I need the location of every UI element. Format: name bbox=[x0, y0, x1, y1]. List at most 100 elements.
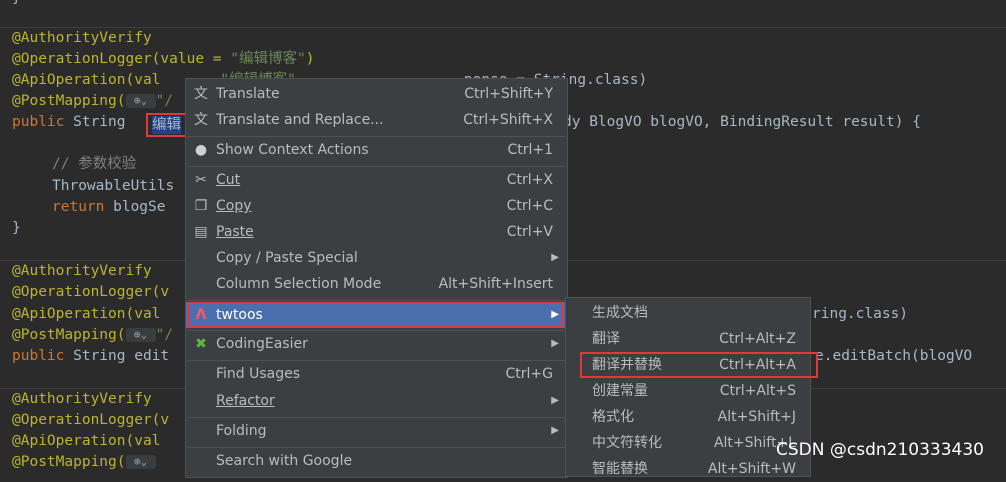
code-text: String edit bbox=[64, 348, 170, 364]
menu-item-refactor[interactable]: Refactor ▶ bbox=[186, 388, 567, 414]
menu-item-paste[interactable]: ▤ Paste Ctrl+V bbox=[186, 219, 567, 245]
code-line: @AuthorityVerify bbox=[12, 28, 152, 49]
menu-item-label: Copy / Paste Special bbox=[216, 250, 358, 266]
watermark: CSDN @csdn210333430 bbox=[776, 440, 984, 460]
menu-item-find-usages[interactable]: Find Usages Ctrl+G bbox=[186, 361, 567, 387]
submenu-item-create-constant[interactable]: 创建常量 Ctrl+Alt+S bbox=[566, 378, 810, 404]
twtoos-icon: Λ bbox=[195, 307, 207, 323]
menu-item-column-selection-mode[interactable]: Column Selection Mode Alt+Shift+Insert bbox=[186, 271, 567, 297]
annotation: @PostMapping( bbox=[12, 327, 126, 343]
code-line: public String bbox=[12, 112, 134, 133]
string-literal: "编辑博客" bbox=[230, 51, 306, 67]
menu-item-label: Folding bbox=[216, 423, 267, 439]
submenu-arrow-icon: ▶ bbox=[551, 395, 559, 406]
menu-item-label: Paste bbox=[216, 224, 254, 240]
annotation: @ApiOperation(val bbox=[12, 72, 161, 88]
copy-icon: ❐ bbox=[194, 198, 208, 214]
code-line: e.editBatch(blogVO bbox=[815, 346, 972, 367]
menu-item-twtoos[interactable]: Λ twtoos ▶ bbox=[186, 302, 567, 328]
menu-item-cut[interactable]: ✂ Cut Ctrl+X bbox=[186, 167, 567, 193]
menu-item-label: CodingEasier bbox=[216, 336, 308, 352]
submenu-item-label: 智能替换 bbox=[592, 461, 648, 477]
menu-item-translate-and-replace[interactable]: 文 Translate and Replace... Ctrl+Shift+X bbox=[186, 107, 567, 133]
submenu-item-chinese-punct-convert[interactable]: 中文符转化 Alt+Shift+L bbox=[566, 430, 810, 456]
menu-item-copy[interactable]: ❐ Copy Ctrl+C bbox=[186, 193, 567, 219]
menu-item-folding[interactable]: Folding ▶ bbox=[186, 418, 567, 444]
submenu-item-translate[interactable]: 翻译 Ctrl+Alt+Z bbox=[566, 326, 810, 352]
submenu-item-label: 翻译 bbox=[592, 331, 620, 347]
code-line: @OperationLogger(v bbox=[12, 282, 169, 303]
keyword: public bbox=[12, 348, 65, 364]
menu-item-show-context-actions[interactable]: ● Show Context Actions Ctrl+1 bbox=[186, 137, 567, 163]
menu-item-shortcut: Ctrl+X bbox=[506, 172, 553, 188]
code-line: @AuthorityVerify bbox=[12, 261, 152, 282]
submenu-item-shortcut: Alt+Shift+J bbox=[717, 409, 796, 425]
menu-item-label: Refactor bbox=[216, 393, 275, 409]
globe-icon[interactable]: ⊕⌄ bbox=[125, 94, 156, 108]
codingeasier-icon: ✖ bbox=[195, 336, 207, 352]
lightbulb-icon: ● bbox=[194, 142, 208, 158]
context-menu: 文 Translate Ctrl+Shift+Y 文 Translate and… bbox=[185, 78, 568, 478]
submenu-arrow-icon: ▶ bbox=[551, 425, 559, 436]
string-literal: "/ bbox=[155, 93, 173, 109]
menu-item-search-with-google[interactable]: Search with Google bbox=[186, 448, 567, 474]
paste-icon: ▤ bbox=[194, 224, 208, 240]
submenu-arrow-icon: ▶ bbox=[551, 252, 559, 263]
twtoos-submenu: 生成文档 翻译 Ctrl+Alt+Z 翻译并替换 Ctrl+Alt+A 创建常量… bbox=[565, 297, 811, 477]
menu-item-copy-paste-special[interactable]: Copy / Paste Special ▶ bbox=[186, 245, 567, 271]
submenu-item-smart-replace[interactable]: 智能替换 Alt+Shift+W bbox=[566, 456, 810, 482]
menu-item-shortcut: Ctrl+Shift+Y bbox=[464, 86, 553, 102]
annotation: @OperationLogger(v bbox=[12, 412, 170, 428]
code-line: // 参数校验 bbox=[52, 154, 136, 175]
keyword: public bbox=[12, 114, 65, 130]
code-line: return blogSe bbox=[52, 197, 166, 218]
comment: // 参数校验 bbox=[52, 156, 137, 172]
code-line: @AuthorityVerify bbox=[12, 389, 152, 410]
menu-item-codingeasier[interactable]: ✖ CodingEasier ▶ bbox=[186, 331, 567, 357]
annotation: @ApiOperation(val bbox=[12, 433, 161, 449]
code-line: ThrowableUtils bbox=[52, 176, 174, 197]
menu-separator bbox=[187, 300, 566, 301]
code-line: @PostMapping(⊕⌄ "/ bbox=[12, 91, 173, 112]
menu-item-label: Cut bbox=[216, 172, 241, 188]
submenu-item-label: 生成文档 bbox=[592, 305, 648, 321]
code-line: @ApiOperation(val bbox=[12, 431, 160, 452]
submenu-item-label: 中文符转化 bbox=[592, 435, 662, 451]
menu-item-shortcut: Ctrl+1 bbox=[507, 142, 553, 158]
submenu-item-translate-and-replace[interactable]: 翻译并替换 Ctrl+Alt+A bbox=[566, 352, 810, 378]
annotation: @OperationLogger(value = bbox=[12, 51, 231, 67]
annotation: @PostMapping( bbox=[12, 454, 126, 470]
submenu-arrow-icon: ▶ bbox=[551, 338, 559, 349]
code-text: String bbox=[64, 114, 135, 130]
keyword: return bbox=[52, 199, 105, 215]
code-text: e.editBatch(blogVO bbox=[815, 348, 973, 364]
submenu-item-shortcut: Ctrl+Alt+Z bbox=[719, 331, 796, 347]
code-text: ThrowableUtils bbox=[52, 178, 175, 194]
menu-item-shortcut: Alt+Shift+Insert bbox=[438, 276, 553, 292]
menu-item-shortcut: Ctrl+C bbox=[506, 198, 553, 214]
selected-word: 编辑 bbox=[152, 116, 181, 134]
scissors-icon: ✂ bbox=[195, 172, 207, 188]
submenu-arrow-icon: ▶ bbox=[551, 309, 559, 320]
translate-replace-icon: 文 bbox=[194, 112, 208, 128]
menu-item-label: Show Context Actions bbox=[216, 142, 369, 158]
submenu-item-label: 格式化 bbox=[592, 409, 634, 425]
submenu-item-format[interactable]: 格式化 Alt+Shift+J bbox=[566, 404, 810, 430]
code-text: blogSe bbox=[104, 199, 166, 215]
code-line: @PostMapping(⊕⌄ "/ bbox=[12, 325, 173, 346]
code-line: @OperationLogger(v bbox=[12, 410, 169, 431]
submenu-item-label: 翻译并替换 bbox=[592, 357, 662, 373]
globe-icon[interactable]: ⊕⌄ bbox=[125, 328, 156, 342]
menu-item-label: Find Usages bbox=[216, 366, 301, 382]
code-text: ring.class) bbox=[812, 306, 909, 322]
brace-top: } bbox=[12, 0, 21, 6]
code-line: ring.class) bbox=[812, 304, 908, 325]
menu-item-label: Translate bbox=[216, 86, 280, 102]
globe-icon[interactable]: ⊕⌄ bbox=[125, 455, 156, 469]
string-literal: "/ bbox=[155, 327, 173, 343]
submenu-item-generate-doc[interactable]: 生成文档 bbox=[566, 300, 810, 326]
menu-item-label: Copy bbox=[216, 198, 252, 214]
code-line: @ApiOperation(val bbox=[12, 304, 160, 325]
menu-item-translate[interactable]: 文 Translate Ctrl+Shift+Y bbox=[186, 81, 567, 107]
menu-item-shortcut: Ctrl+Shift+X bbox=[463, 112, 553, 128]
